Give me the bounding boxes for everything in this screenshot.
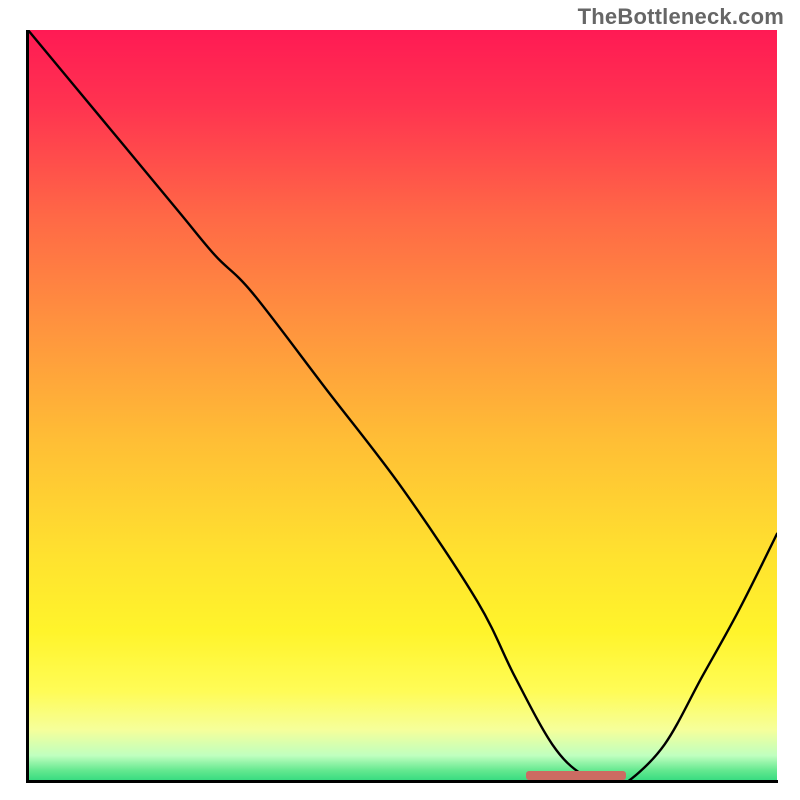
chart-container: TheBottleneck.com: [0, 0, 800, 800]
background-gradient: [28, 30, 777, 782]
watermark-text: TheBottleneck.com: [578, 4, 784, 30]
y-axis: [26, 30, 29, 782]
gradient-rect: [28, 30, 777, 782]
plot-area: [28, 30, 777, 782]
optimal-range-marker: [526, 771, 626, 780]
x-axis: [26, 780, 778, 783]
